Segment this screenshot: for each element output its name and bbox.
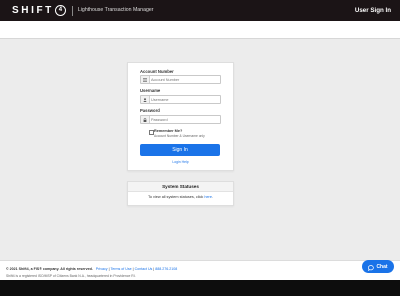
remember-me-hint: Account Number & Username only — [154, 134, 205, 138]
password-field[interactable] — [140, 115, 221, 124]
chat-bubble-icon — [368, 258, 375, 276]
copyright-text: © 2021 Shift4, a FIS® company. All right… — [6, 267, 93, 271]
contact-us-link[interactable]: Contact Us — [135, 267, 153, 271]
chat-label: Chat — [376, 263, 388, 270]
registered-notice: Shift4 is a registered ISO/MSP of Citize… — [6, 274, 136, 278]
status-text-suffix: . — [211, 195, 213, 199]
brand-divider — [71, 5, 73, 16]
system-statuses-title: System Statuses — [128, 182, 233, 192]
username-field[interactable] — [140, 95, 221, 104]
chat-button[interactable]: Chat — [362, 260, 394, 273]
brand-wordmark: SHIFT — [12, 5, 54, 16]
username-label: Username — [140, 88, 161, 93]
password-input[interactable] — [151, 116, 217, 123]
system-statuses-card: System Statuses To view all system statu… — [127, 181, 234, 206]
shift4-logo[interactable]: SHIFT 4 Lighthouse Transaction Manager — [12, 5, 153, 16]
page-footer: © 2021 Shift4, a FIS® company. All right… — [0, 260, 400, 281]
status-text-prefix: To view all system statuses, click — [147, 195, 205, 199]
login-help-link[interactable]: Login Help — [128, 160, 233, 164]
bottom-bar — [0, 280, 400, 296]
top-navigation-bar: SHIFT 4 Lighthouse Transaction Manager U… — [0, 0, 400, 21]
login-form-card: Account Number Username Password Remembe… — [127, 62, 234, 171]
terms-of-use-link[interactable]: Terms of Use — [110, 267, 131, 271]
lock-icon — [141, 116, 150, 123]
password-label: Password — [140, 108, 160, 113]
product-name: Lighthouse Transaction Manager — [77, 7, 154, 13]
brand-badge: 4 — [54, 5, 66, 16]
account-number-field[interactable] — [140, 75, 221, 84]
list-icon — [141, 76, 150, 83]
system-statuses-text: To view all system statuses, click here. — [128, 195, 233, 200]
username-input[interactable] — [151, 96, 217, 103]
user-sign-in-link[interactable]: User Sign In — [355, 6, 391, 15]
footer-legal-line: © 2021 Shift4, a FIS® company. All right… — [6, 267, 178, 271]
remember-me-label[interactable]: Remember Me? — [154, 129, 182, 133]
sub-header-bar — [0, 21, 400, 39]
account-number-input[interactable] — [151, 76, 217, 83]
status-here-link[interactable]: here — [204, 195, 212, 199]
phone-number-link[interactable]: 888.276.2108 — [155, 267, 177, 271]
privacy-link[interactable]: Privacy — [96, 267, 108, 271]
sign-in-button[interactable]: Sign In — [140, 144, 220, 156]
account-number-label: Account Number — [140, 69, 174, 74]
user-icon — [141, 96, 150, 103]
